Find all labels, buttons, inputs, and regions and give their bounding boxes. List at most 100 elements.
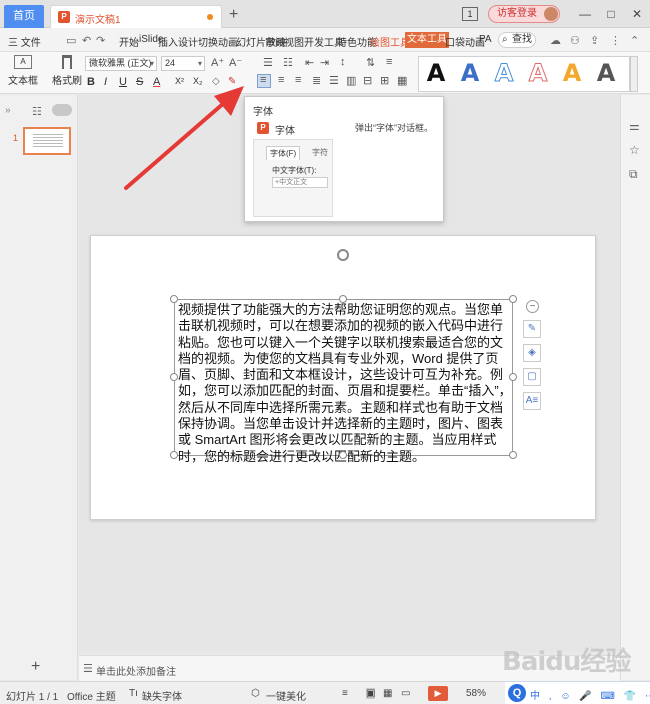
smartart-convert-icon[interactable]: ⊞: [380, 74, 389, 87]
play-slideshow-button[interactable]: ▶: [428, 686, 448, 701]
menu-review[interactable]: 审阅: [265, 34, 285, 49]
menu-view[interactable]: 视图: [284, 34, 304, 49]
columns-icon[interactable]: ▥: [346, 74, 356, 87]
search-box[interactable]: ⌕ 查找: [498, 32, 536, 48]
properties-icon[interactable]: ⚌: [629, 119, 640, 133]
resize-handle-bl[interactable]: [170, 451, 178, 459]
resize-handle-br[interactable]: [509, 451, 517, 459]
maximize-button[interactable]: □: [598, 7, 624, 21]
outline-view-icon[interactable]: ☷: [32, 105, 42, 118]
collapse-toolbar-icon[interactable]: −: [526, 300, 539, 313]
text-align-vertical-icon[interactable]: ⊟: [363, 74, 372, 87]
outline-icon[interactable]: ▢: [523, 368, 541, 386]
edit-text-icon[interactable]: ✎: [523, 320, 541, 338]
style-red-outline[interactable]: A: [523, 59, 553, 88]
minimize-button[interactable]: —: [572, 7, 598, 21]
resize-handle-mr[interactable]: [509, 373, 517, 381]
style-blue-outline[interactable]: A: [489, 59, 519, 88]
ime-logo-icon[interactable]: Q: [508, 684, 526, 702]
zoom-level[interactable]: 58%: [466, 688, 486, 699]
normal-view-icon[interactable]: ▣: [366, 688, 376, 699]
clear-format-icon[interactable]: ◇: [212, 76, 220, 87]
undo-icon[interactable]: ↶: [82, 34, 91, 47]
sorter-view-icon[interactable]: ▦: [383, 688, 392, 699]
menu-insert[interactable]: 插入: [158, 34, 178, 49]
superscript-button[interactable]: X²: [175, 76, 184, 86]
align-text-icon[interactable]: ≡: [386, 56, 392, 68]
font-size-select[interactable]: 24: [161, 56, 205, 71]
close-button[interactable]: ✕: [624, 7, 650, 21]
bold-button[interactable]: B: [87, 76, 95, 88]
shrink-font-button[interactable]: A⁻: [229, 56, 242, 69]
reading-view-icon[interactable]: ▭: [401, 688, 410, 699]
font-name-select[interactable]: 微软雅黑 (正文): [85, 56, 157, 71]
add-tab-icon[interactable]: +: [229, 6, 238, 24]
more-paragraph-icon[interactable]: ▦: [397, 74, 407, 87]
indent-decrease-icon[interactable]: ⇤: [305, 56, 314, 69]
save-icon[interactable]: ▭: [66, 34, 76, 47]
strikethrough-button[interactable]: S: [136, 76, 143, 88]
align-right-icon[interactable]: ≡: [295, 74, 301, 86]
style-black[interactable]: A: [421, 59, 451, 87]
resize-handle-bc[interactable]: [339, 451, 347, 459]
share-icon[interactable]: ⇪: [590, 34, 599, 47]
indent-increase-icon[interactable]: ⇥: [320, 56, 329, 69]
ime-status-row[interactable]: 中 , ☺ 🎤 ⌨ 👕 ⋯: [530, 687, 650, 702]
add-slide-icon[interactable]: +: [31, 658, 40, 676]
menu-drawing-tools[interactable]: 绘图工具: [370, 34, 410, 49]
format-painter-button[interactable]: 格式刷: [52, 55, 82, 87]
more-icon[interactable]: ⋮: [610, 34, 621, 47]
style-gallery-scroll[interactable]: [630, 56, 638, 92]
window-count-badge[interactable]: 1: [462, 7, 478, 21]
textbox-content[interactable]: 视频提供了功能强大的方法帮助您证明您的观点。当您单击联机视频时，可以在想要添加的…: [178, 302, 514, 465]
align-center-icon[interactable]: ≡: [278, 74, 284, 86]
tab-home[interactable]: 首页: [4, 5, 44, 28]
notes-placeholder[interactable]: 单击此处添加备注: [96, 663, 176, 678]
resize-handle-tr[interactable]: [509, 295, 517, 303]
theme-name[interactable]: Office 主题: [67, 688, 116, 703]
textbox-button[interactable]: A 文本框: [6, 55, 40, 87]
grow-font-button[interactable]: A⁺: [211, 56, 224, 69]
text-direction-icon[interactable]: ⇅: [366, 56, 375, 69]
missing-font-label[interactable]: 缺失字体: [142, 688, 182, 703]
beautify-button[interactable]: 一键美化: [266, 688, 306, 703]
resize-handle-tl[interactable]: [170, 295, 178, 303]
style-orange[interactable]: A: [557, 59, 587, 87]
distribute-icon[interactable]: ☰: [329, 74, 339, 87]
italic-button[interactable]: I: [104, 76, 107, 88]
style-blue[interactable]: A: [455, 59, 485, 87]
menu-start[interactable]: 开始: [119, 34, 139, 49]
guest-login-button[interactable]: 访客登录: [488, 5, 560, 23]
menu-transition[interactable]: 切换: [198, 34, 218, 49]
thumbnail-view-toggle[interactable]: [52, 104, 72, 116]
text-wrap-icon[interactable]: A≡: [523, 392, 541, 410]
collapse-pane-icon[interactable]: »: [5, 105, 11, 116]
menu-file[interactable]: 三 文件: [8, 34, 41, 49]
bullet-list-icon[interactable]: ☰: [263, 56, 273, 69]
menu-design[interactable]: 设计: [178, 34, 198, 49]
resize-handle-ml[interactable]: [170, 373, 178, 381]
menu-text-tools[interactable]: 文本工具: [405, 32, 449, 48]
underline-button[interactable]: U: [119, 76, 127, 88]
cloud-icon[interactable]: ☁: [550, 34, 561, 47]
redo-icon[interactable]: ↷: [96, 34, 105, 47]
style-gray[interactable]: A: [591, 59, 621, 87]
font-color-button[interactable]: A: [153, 76, 160, 88]
rotate-handle[interactable]: [337, 249, 349, 261]
line-spacing-icon[interactable]: ↕: [340, 56, 346, 68]
fill-icon[interactable]: ◈: [523, 344, 541, 362]
collapse-ribbon-icon[interactable]: ⌃: [630, 34, 639, 47]
menu-pa[interactable]: PA: [479, 34, 492, 45]
tab-document[interactable]: P 演示文稿1: [50, 5, 222, 28]
animation-pane-icon[interactable]: ☆: [629, 143, 640, 157]
numbered-list-icon[interactable]: ☷: [283, 56, 293, 69]
slide-textbox[interactable]: 视频提供了功能强大的方法帮助您证明您的观点。当您单击联机视频时，可以在想要添加的…: [174, 299, 513, 464]
text-highlight-icon[interactable]: ✎: [228, 76, 236, 87]
slide-layout-icon[interactable]: ⧉: [629, 167, 638, 182]
menu-animation[interactable]: 动画: [218, 34, 238, 49]
notes-toggle-icon[interactable]: ≡: [342, 688, 348, 699]
subscript-button[interactable]: X₂: [193, 76, 203, 86]
collab-icon[interactable]: ⚇: [570, 34, 580, 47]
slide-thumbnail[interactable]: [23, 127, 71, 155]
justify-icon[interactable]: ≣: [312, 74, 321, 87]
